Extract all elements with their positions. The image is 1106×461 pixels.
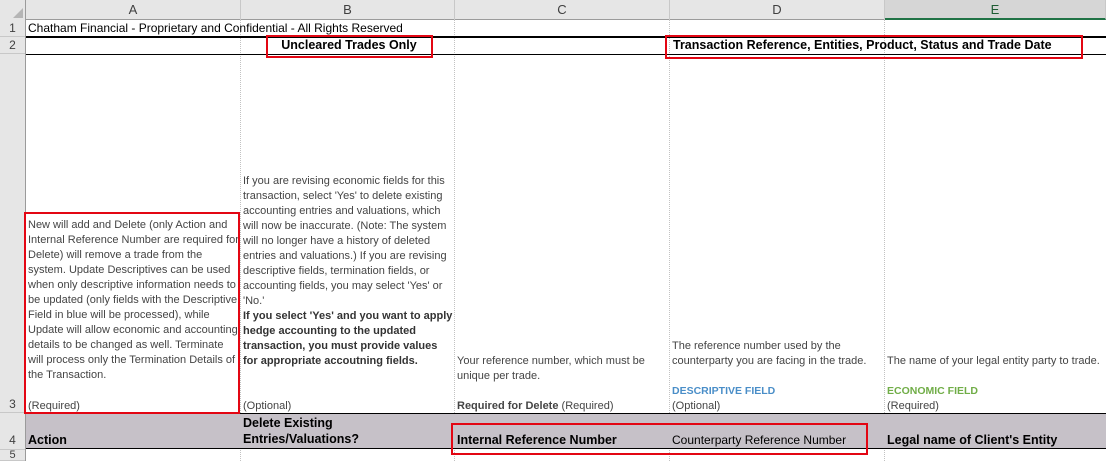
legal-entity-column-title[interactable]: Legal name of Client's Entity — [887, 432, 1057, 448]
transaction-reference-header: Transaction Reference, Entities, Product… — [673, 38, 1052, 52]
column-header-e[interactable]: E — [885, 0, 1106, 20]
delete-entries-column-title[interactable]: Delete Existing Entries/Valuations? — [243, 415, 448, 447]
internal-ref-description: Your reference number, which must be uni… — [457, 355, 645, 382]
delete-entries-description: If you are revising economic fields for … — [243, 175, 447, 307]
delete-entries-optional-label: (Optional) — [243, 400, 292, 412]
counterparty-ref-optional-label: (Optional) — [672, 400, 721, 412]
column-header-b[interactable]: B — [241, 0, 455, 20]
legal-entity-required-label: (Required) — [887, 400, 939, 412]
economic-field-label: ECONOMIC FIELD — [887, 385, 978, 397]
internal-ref-requirement: Required for Delete (Required) — [457, 399, 614, 414]
counterparty-ref-description: The reference number used by the counter… — [672, 340, 867, 367]
column-header-d[interactable]: D — [670, 0, 885, 20]
column-header-a[interactable]: A — [26, 0, 241, 20]
required-for-delete-label: Required for Delete — [457, 400, 559, 412]
internal-ref-required-label: (Required) — [561, 400, 614, 412]
column-header-c[interactable]: C — [455, 0, 670, 20]
col-divider — [884, 20, 885, 461]
legal-entity-description: The name of your legal entity party to t… — [887, 355, 1100, 367]
confidentiality-notice: Chatham Financial - Proprietary and Conf… — [28, 21, 403, 35]
select-all-triangle-icon — [13, 8, 23, 18]
column-header-bar: A B C D E — [0, 0, 1106, 20]
action-description: New will add and Delete (only Action and… — [28, 219, 239, 381]
delete-entries-warning: If you select 'Yes' and you want to appl… — [243, 310, 453, 367]
internal-ref-column-title[interactable]: Internal Reference Number — [457, 432, 617, 448]
spreadsheet-grid[interactable]: Chatham Financial - Proprietary and Conf… — [26, 20, 1106, 461]
action-required-label: (Required) — [28, 400, 80, 412]
select-all-corner[interactable] — [0, 0, 26, 20]
row-header-2[interactable]: 2 — [0, 37, 25, 54]
row-header-bar: 1 2 3 4 5 — [0, 20, 26, 461]
action-column-title[interactable]: Action — [28, 432, 67, 448]
row-header-3[interactable]: 3 — [0, 54, 25, 413]
row-header-5[interactable]: 5 — [0, 450, 25, 461]
col-divider — [240, 20, 241, 461]
field-header-row: Action Delete Existing Entries/Valuation… — [26, 413, 1106, 449]
descriptive-field-label: DESCRIPTIVE FIELD — [672, 385, 776, 397]
col-divider — [669, 20, 670, 461]
row-header-4[interactable]: 4 — [0, 413, 25, 450]
counterparty-ref-column-title[interactable]: Counterparty Reference Number — [672, 432, 846, 448]
row-border — [26, 54, 1106, 55]
uncleared-trades-header: Uncleared Trades Only — [281, 38, 417, 52]
col-divider — [454, 20, 455, 461]
row-header-1[interactable]: 1 — [0, 20, 25, 37]
